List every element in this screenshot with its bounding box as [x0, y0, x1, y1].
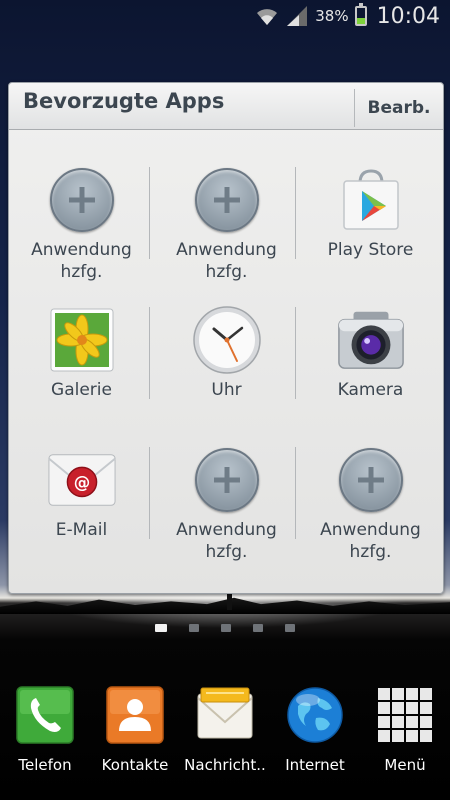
play-store-app[interactable]: Play Store: [298, 157, 443, 297]
dock-phone[interactable]: Telefon: [0, 680, 90, 774]
gallery-app[interactable]: Galerie: [9, 297, 154, 437]
app-label: Anwendung hzfg.: [176, 240, 277, 282]
dock-apps-menu[interactable]: Menü: [360, 680, 450, 774]
favorite-apps-panel: Bevorzugte Apps Bearb. Anwendung hzfg. A…: [8, 82, 444, 594]
dock-label: Menü: [384, 756, 426, 774]
add-icon: [338, 448, 403, 512]
add-app-slot[interactable]: Anwendung hzfg.: [9, 157, 154, 297]
page-dot[interactable]: [189, 624, 199, 632]
divider: [149, 447, 150, 539]
page-indicator: [0, 624, 450, 632]
dock-label: Kontakte: [101, 756, 169, 774]
add-app-slot[interactable]: Anwendung hzfg.: [298, 437, 443, 577]
apps-menu-icon: [378, 688, 432, 742]
add-icon: [194, 168, 259, 232]
gallery-icon: [50, 308, 113, 372]
status-bar: 38% 10:04: [0, 0, 450, 32]
email-app[interactable]: @ E-Mail: [9, 437, 154, 577]
clock-icon: [192, 306, 261, 374]
divider: [295, 447, 296, 539]
messages-icon: [197, 687, 253, 739]
app-label: Anwendung hzfg.: [31, 240, 132, 282]
divider: [295, 167, 296, 259]
contacts-icon: [106, 686, 164, 744]
grid-row: Anwendung hzfg. Anwendung hzfg. Play Sto…: [9, 157, 443, 297]
page-dot-active[interactable]: [155, 624, 167, 632]
divider: [295, 307, 296, 399]
signal-icon: [287, 6, 308, 26]
panel-header: Bevorzugte Apps Bearb.: [9, 83, 443, 130]
wifi-icon: [257, 9, 278, 25]
dock-label: Internet: [285, 756, 345, 774]
page-dot[interactable]: [221, 624, 231, 632]
dock-messages[interactable]: Nachricht..: [180, 680, 270, 774]
dock-internet[interactable]: Internet: [270, 680, 360, 774]
battery-percent: 38%: [315, 7, 349, 25]
panel-title: Bevorzugte Apps: [23, 89, 225, 113]
app-grid: Anwendung hzfg. Anwendung hzfg. Play Sto…: [9, 157, 443, 577]
grid-row: @ E-Mail Anwendung hzfg. Anwendung hzfg.: [9, 437, 443, 577]
divider: [149, 307, 150, 399]
add-icon: [49, 168, 114, 232]
app-label: Uhr: [211, 380, 242, 400]
page-dot[interactable]: [253, 624, 263, 632]
dock-label: Nachricht..: [184, 756, 266, 774]
svg-text:@: @: [73, 473, 90, 492]
status-clock: 10:04: [376, 3, 440, 29]
dock-contacts[interactable]: Kontakte: [90, 680, 180, 774]
divider: [149, 167, 150, 259]
camera-icon: [337, 311, 404, 369]
page-dot[interactable]: [285, 624, 295, 632]
app-label: Play Store: [327, 240, 414, 260]
grid-row: Galerie Uhr Kamera: [9, 297, 443, 437]
edit-button[interactable]: Bearb.: [354, 89, 443, 127]
add-app-slot[interactable]: Anwendung hzfg.: [154, 157, 299, 297]
app-label: Galerie: [51, 380, 112, 400]
email-icon: @: [47, 454, 116, 506]
dock: Telefon Kontakte Nachricht.. Internet Me…: [0, 680, 450, 800]
camera-app[interactable]: Kamera: [298, 297, 443, 437]
internet-icon: [287, 687, 343, 743]
app-label: Kamera: [337, 380, 404, 400]
dock-label: Telefon: [18, 756, 72, 774]
app-label: E-Mail: [55, 520, 108, 540]
phone-icon: [16, 686, 74, 744]
play-store-icon: [342, 169, 399, 230]
app-label: Anwendung hzfg.: [320, 520, 421, 562]
add-app-slot[interactable]: Anwendung hzfg.: [154, 437, 299, 577]
app-label: Anwendung hzfg.: [176, 520, 277, 562]
battery-icon: [354, 3, 367, 26]
clock-app[interactable]: Uhr: [154, 297, 299, 437]
add-icon: [194, 448, 259, 512]
